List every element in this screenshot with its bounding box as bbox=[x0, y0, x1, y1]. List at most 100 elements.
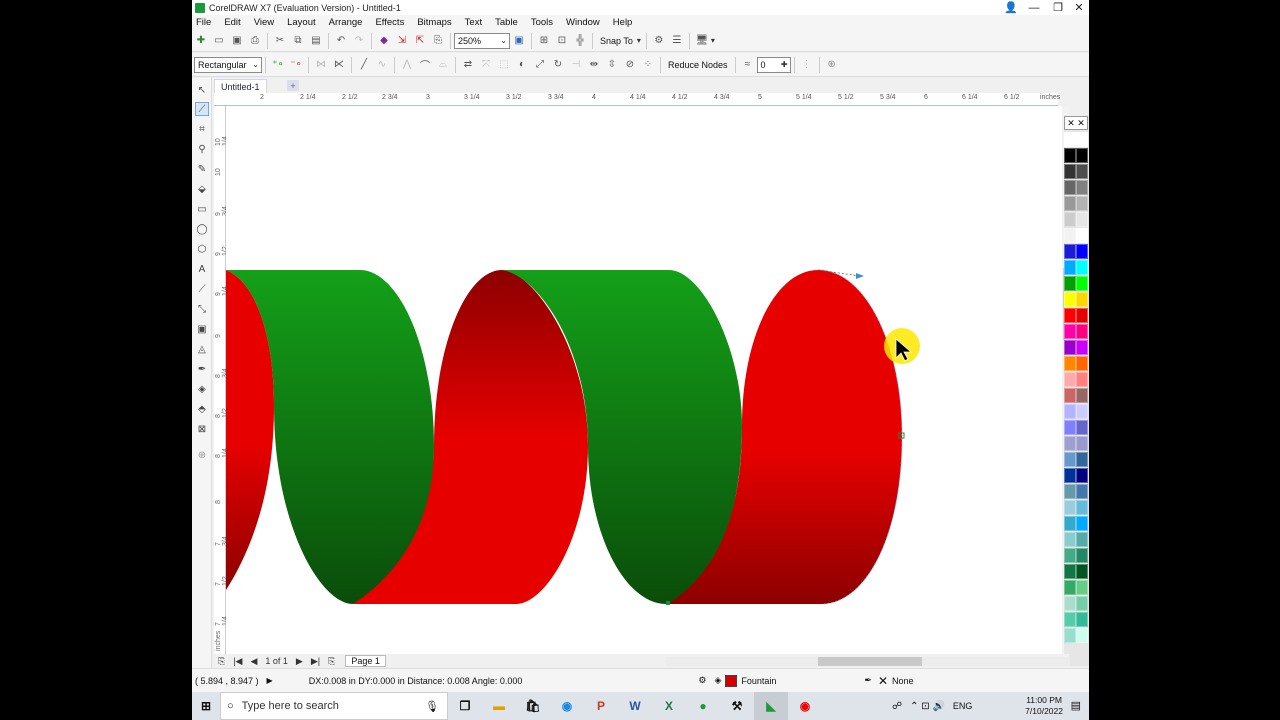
color-swatch[interactable] bbox=[1064, 596, 1076, 611]
color-swatch[interactable] bbox=[1064, 612, 1076, 627]
minimize-button[interactable]: — bbox=[1023, 0, 1045, 15]
align-nodes-icon[interactable]: ⊣ bbox=[567, 56, 585, 74]
show-grid-icon[interactable]: ⊡ bbox=[553, 32, 571, 50]
color-swatch[interactable] bbox=[1064, 196, 1076, 211]
menu-arrange[interactable]: Arrange bbox=[329, 17, 363, 28]
color-swatch[interactable] bbox=[1064, 292, 1076, 307]
system-tray-icons[interactable]: ⌃ ⊡ 🔊 bbox=[910, 701, 945, 712]
options-icon[interactable]: ⚙ bbox=[650, 32, 668, 50]
color-swatch[interactable] bbox=[1076, 132, 1088, 147]
color-swatch[interactable] bbox=[1064, 244, 1076, 259]
select-all-nodes-icon[interactable]: ⁘ bbox=[639, 56, 657, 74]
green-app-icon[interactable]: ● bbox=[686, 692, 720, 720]
close-curve-icon[interactable]: ◐ bbox=[513, 56, 531, 74]
task-view-icon[interactable]: ❐ bbox=[448, 692, 482, 720]
page-1-tab[interactable]: Page 1 bbox=[345, 655, 386, 667]
close-button[interactable]: ✕ bbox=[1068, 0, 1089, 15]
color-swatch[interactable] bbox=[1064, 436, 1076, 451]
quick-customize-icon[interactable]: ⊕ bbox=[823, 56, 841, 74]
horizontal-scrollbar-thumb[interactable] bbox=[818, 657, 922, 666]
color-swatch[interactable] bbox=[1076, 244, 1088, 259]
zoom-level-select[interactable]: 250% ⌄ bbox=[454, 32, 510, 49]
color-swatch[interactable] bbox=[1064, 564, 1076, 579]
parallel-dimension-tool-icon[interactable]: ⟋ bbox=[195, 282, 209, 296]
save-icon[interactable]: ▣ bbox=[228, 32, 246, 50]
cusp-node-icon[interactable]: ⋀ bbox=[398, 56, 416, 74]
color-swatch[interactable] bbox=[1076, 212, 1088, 227]
next-page-icon[interactable]: ▶ bbox=[296, 656, 303, 667]
search-content-icon[interactable]: ◆ bbox=[375, 32, 393, 50]
app-icon[interactable]: ⚒ bbox=[720, 692, 754, 720]
color-eyedropper-tool-icon[interactable]: ✒ bbox=[195, 362, 209, 376]
coreldraw-taskbar-icon[interactable]: ◉ bbox=[550, 692, 584, 720]
add-page-end-icon[interactable]: ⎘ bbox=[328, 656, 335, 667]
open-icon[interactable]: ▭ bbox=[210, 32, 228, 50]
color-swatch[interactable] bbox=[1064, 356, 1076, 371]
no-outline-icon[interactable]: ✕ bbox=[878, 674, 888, 688]
color-swatch[interactable] bbox=[1076, 372, 1088, 387]
file-explorer-icon[interactable]: ▬ bbox=[482, 692, 516, 720]
selection-mode-select[interactable]: Rectangular ⌄ bbox=[194, 56, 262, 73]
quick-customize-icon[interactable]: ⊕ bbox=[195, 448, 209, 462]
record-icon[interactable]: ◉ bbox=[788, 692, 822, 720]
add-tab-button[interactable]: + bbox=[287, 80, 299, 91]
color-swatch[interactable] bbox=[1076, 180, 1088, 195]
color-swatch[interactable] bbox=[1064, 404, 1076, 419]
color-swatch[interactable] bbox=[1064, 452, 1076, 467]
color-swatch[interactable] bbox=[1064, 484, 1076, 499]
rotate-nodes-icon[interactable]: ↻ bbox=[549, 56, 567, 74]
color-swatch[interactable] bbox=[1064, 164, 1076, 179]
convert-to-curve-icon[interactable]: ∿ bbox=[373, 56, 391, 74]
outline-pen-icon[interactable]: ⊠ bbox=[195, 422, 209, 436]
application-launcher-icon[interactable]: ☰ bbox=[668, 32, 686, 50]
connector-tool-icon[interactable]: ⤡ bbox=[195, 302, 209, 316]
color-swatch[interactable] bbox=[1076, 276, 1088, 291]
horizontal-scrollbar[interactable] bbox=[666, 657, 1070, 666]
join-nodes-icon[interactable]: ⋈ bbox=[312, 56, 330, 74]
rectangle-tool-icon[interactable]: ▭ bbox=[195, 202, 209, 216]
color-swatch[interactable] bbox=[1064, 340, 1076, 355]
people-icon[interactable]: ☍ bbox=[892, 701, 902, 712]
color-swatch[interactable] bbox=[1076, 564, 1088, 579]
transparency-tool-icon[interactable]: ◬ bbox=[195, 342, 209, 356]
color-swatch[interactable] bbox=[1076, 612, 1088, 627]
color-swatch[interactable] bbox=[1076, 580, 1088, 595]
menu-table[interactable]: Table bbox=[495, 17, 518, 28]
taskbar-clock[interactable]: 11:00 PM 7/10/2022 bbox=[1025, 695, 1063, 717]
color-swatch[interactable] bbox=[1076, 436, 1088, 451]
menu-edit[interactable]: Edit bbox=[224, 17, 240, 28]
show-guidelines-icon[interactable]: ╬ bbox=[571, 32, 589, 50]
language-indicator[interactable]: ENG bbox=[953, 701, 973, 711]
menu-help[interactable]: Help bbox=[613, 17, 633, 28]
account-icon[interactable]: 👤 bbox=[1000, 0, 1022, 15]
new-document-icon[interactable]: ✚ bbox=[192, 32, 210, 50]
tab-untitled-1[interactable]: Untitled-1 bbox=[214, 79, 267, 93]
windows-start-icon[interactable]: ⊞ bbox=[192, 692, 220, 720]
color-swatch[interactable] bbox=[1064, 516, 1076, 531]
color-swatch[interactable] bbox=[1076, 228, 1088, 243]
store-icon[interactable]: 🛍 bbox=[516, 692, 550, 720]
drop-shadow-tool-icon[interactable]: ▣ bbox=[195, 322, 209, 336]
menu-tools[interactable]: Tools bbox=[531, 17, 553, 28]
color-swatch[interactable] bbox=[1064, 276, 1076, 291]
first-page-icon[interactable]: |◀ bbox=[233, 656, 242, 667]
mirror-vertical-icon[interactable]: ⇳ bbox=[603, 56, 621, 74]
symmetrical-node-icon[interactable]: ⌓ bbox=[434, 56, 452, 74]
interactive-fill-tool-icon[interactable]: ◈ bbox=[195, 382, 209, 396]
reverse-direction-icon[interactable]: ⇄ bbox=[459, 56, 477, 74]
curve-smoothness-input[interactable]: 0 ✚ bbox=[756, 56, 791, 73]
color-swatch[interactable] bbox=[1076, 548, 1088, 563]
color-swatch[interactable] bbox=[1076, 628, 1088, 643]
microphone-icon[interactable]: 🎙 bbox=[425, 700, 439, 713]
notifications-icon[interactable]: ▤ bbox=[1071, 699, 1081, 712]
word-icon[interactable]: W bbox=[618, 692, 652, 720]
play-icon[interactable]: ▶ bbox=[267, 676, 273, 685]
color-swatch[interactable] bbox=[1076, 596, 1088, 611]
color-swatch[interactable] bbox=[1076, 516, 1088, 531]
text-tool-icon[interactable]: A bbox=[195, 262, 209, 276]
control-handle-arrow[interactable] bbox=[856, 273, 864, 279]
reduce-nodes-button[interactable]: Reduce Nodes bbox=[668, 60, 728, 70]
node-handle[interactable] bbox=[666, 601, 670, 605]
color-swatch[interactable] bbox=[1076, 420, 1088, 435]
color-swatch[interactable] bbox=[1064, 212, 1076, 227]
